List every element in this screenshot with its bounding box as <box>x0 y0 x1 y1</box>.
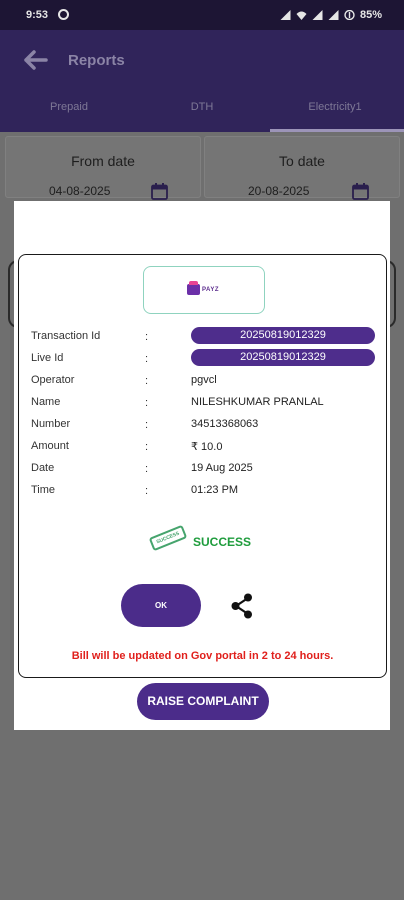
report-tabs: Prepaid DTH Electricity1 <box>0 100 404 132</box>
row-value: 19 Aug 2025 <box>191 462 253 474</box>
row-date: Date : 19 Aug 2025 <box>31 458 381 478</box>
row-transaction-id: Transaction Id : 20250819012329 <box>31 326 381 346</box>
row-value: ₹ 10.0 <box>191 441 223 453</box>
receipt-card: PAYZ Transaction Id : 20250819012329 Liv… <box>18 254 387 678</box>
row-colon: : <box>145 375 149 387</box>
row-label: Transaction Id <box>31 330 101 342</box>
tab-label: Prepaid <box>50 101 88 113</box>
row-time: Time : 01:23 PM <box>31 480 381 500</box>
row-label: Amount <box>31 440 69 452</box>
status-text: SUCCESS <box>193 535 252 549</box>
row-name: Name : NILESHKUMAR PRANLAL <box>31 392 381 412</box>
row-label: Name <box>31 396 61 408</box>
transaction-id-badge: 20250819012329 <box>191 327 375 344</box>
app-header: Reports Prepaid DTH Electricity1 <box>0 30 404 132</box>
raise-complaint-button[interactable]: RAISE COMPLAINT <box>137 683 269 720</box>
receipt-dialog: PAYZ Transaction Id : 20250819012329 Liv… <box>14 201 390 730</box>
calendar-icon[interactable] <box>151 183 168 200</box>
row-colon: : <box>145 353 149 365</box>
status-icons: 85% <box>280 9 382 21</box>
row-colon: : <box>145 419 149 431</box>
from-date-picker[interactable]: From date 04-08-2025 <box>5 136 201 200</box>
row-colon: : <box>145 441 149 453</box>
row-live-id: Live Id : 20250819012329 <box>31 348 381 368</box>
row-value: pgvcl <box>191 374 217 386</box>
row-operator: Operator : pgvcl <box>31 370 381 390</box>
row-colon: : <box>145 485 149 497</box>
wifi-icon <box>296 11 307 20</box>
row-value: NILESHKUMAR PRANLAL <box>191 396 324 408</box>
tab-label: Electricity1 <box>308 101 362 113</box>
row-number: Number : 34513368063 <box>31 414 381 434</box>
battery-level: 85% <box>359 9 382 21</box>
wallet-icon <box>187 281 200 295</box>
from-date-label: From date <box>71 153 135 169</box>
success-stamp-icon: SUCCESS <box>148 524 188 552</box>
row-colon: : <box>145 331 149 343</box>
notification-icon <box>58 9 69 20</box>
ok-button[interactable]: OK <box>121 584 201 627</box>
status-time: 9:53 <box>26 9 49 21</box>
row-label: Number <box>31 418 71 430</box>
from-date-value: 04-08-2025 <box>49 184 111 198</box>
row-label: Time <box>31 484 56 496</box>
calendar-icon[interactable] <box>352 183 369 200</box>
brand-logo: PAYZ <box>143 266 265 314</box>
row-colon: : <box>145 397 149 409</box>
status-bar: 9:53 85% <box>0 0 404 30</box>
row-label: Operator <box>31 374 75 386</box>
row-value: 34513368063 <box>191 418 259 430</box>
battery-icon <box>344 10 355 20</box>
signal-icon <box>280 10 291 20</box>
live-id-badge: 20250819012329 <box>191 349 375 366</box>
to-date-value: 20-08-2025 <box>248 184 310 198</box>
row-label: Live Id <box>31 352 64 364</box>
logo-text: PAYZ <box>202 287 220 293</box>
date-filter-row: From date 04-08-2025 To date 20-08-2025 <box>0 132 404 202</box>
row-amount: Amount : ₹ 10.0 <box>31 436 381 456</box>
signal-icon-3 <box>328 10 339 20</box>
to-date-label: To date <box>279 153 325 169</box>
tab-prepaid[interactable]: Prepaid <box>2 100 136 132</box>
arrow-back-icon[interactable] <box>24 50 48 70</box>
row-colon: : <box>145 463 149 475</box>
page-title: Reports <box>68 52 125 69</box>
tab-dth[interactable]: DTH <box>135 100 269 132</box>
row-label: Date <box>31 462 55 474</box>
signal-icon-2 <box>312 10 323 20</box>
share-icon[interactable] <box>228 592 256 620</box>
row-value: 01:23 PM <box>191 484 239 496</box>
tab-label: DTH <box>190 101 214 113</box>
update-notice: Bill will be updated on Gov portal in 2 … <box>71 650 334 662</box>
tab-electricity[interactable]: Electricity1 <box>268 100 402 132</box>
to-date-picker[interactable]: To date 20-08-2025 <box>204 136 400 200</box>
